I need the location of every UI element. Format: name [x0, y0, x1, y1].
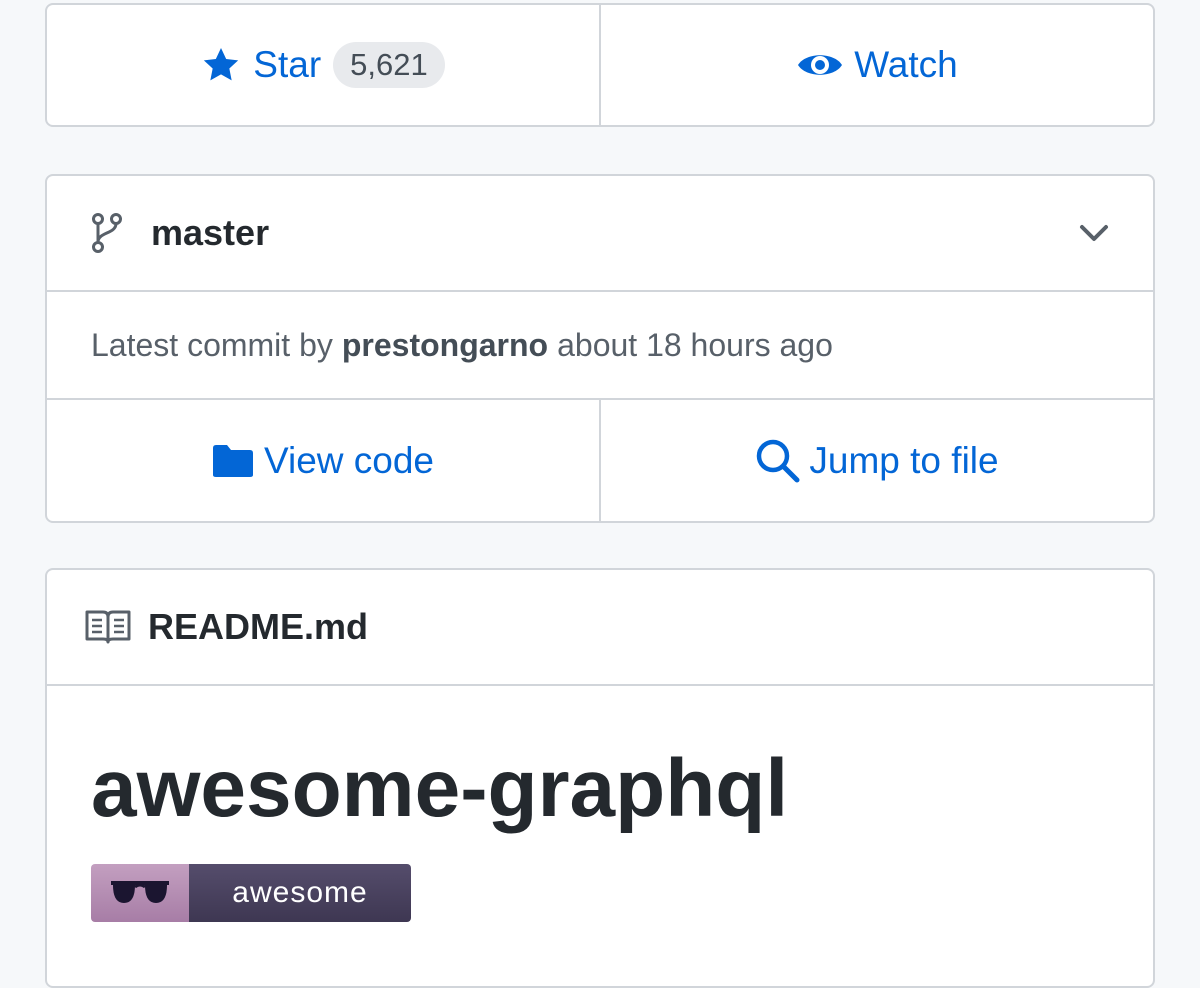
repo-actions-box: Star 5,621 Watch	[45, 3, 1155, 127]
readme-header: README.md	[47, 570, 1153, 684]
readme-box: README.md awesome-graphql awesome	[45, 568, 1155, 988]
search-icon	[757, 439, 800, 482]
jump-to-file-button[interactable]: Jump to file	[599, 400, 1153, 521]
commit-author[interactable]: prestongarno	[342, 327, 548, 364]
awesome-badge[interactable]: awesome	[91, 864, 411, 923]
sunglasses-icon	[111, 881, 169, 904]
readme-content: awesome-graphql awesome	[47, 684, 1153, 923]
readme-filename: README.md	[148, 606, 369, 647]
branch-box: master Latest commit by prestongarno abo…	[45, 174, 1155, 523]
latest-commit: Latest commit by prestongarno about 18 h…	[47, 290, 1153, 398]
star-icon	[204, 48, 239, 81]
star-label: Star	[253, 44, 322, 85]
star-count: 5,621	[333, 42, 445, 88]
readme-title: awesome-graphql	[91, 743, 789, 834]
git-branch-icon	[92, 213, 122, 253]
book-icon	[85, 610, 131, 644]
eye-icon	[798, 55, 843, 75]
badge-label: awesome	[189, 864, 411, 923]
commit-time: about 18 hours ago	[557, 326, 833, 363]
branch-name: master	[151, 212, 270, 253]
star-button[interactable]: Star 5,621	[47, 5, 599, 125]
folder-icon	[212, 444, 253, 477]
chevron-down-icon	[1080, 225, 1108, 241]
commit-prefix: Latest commit by	[91, 326, 333, 363]
watch-label: Watch	[854, 44, 958, 85]
view-code-label: View code	[263, 439, 435, 481]
watch-button[interactable]: Watch	[599, 5, 1153, 125]
branch-selector[interactable]: master	[47, 176, 1153, 290]
view-code-button[interactable]: View code	[47, 400, 599, 521]
jump-to-file-label: Jump to file	[809, 439, 999, 481]
